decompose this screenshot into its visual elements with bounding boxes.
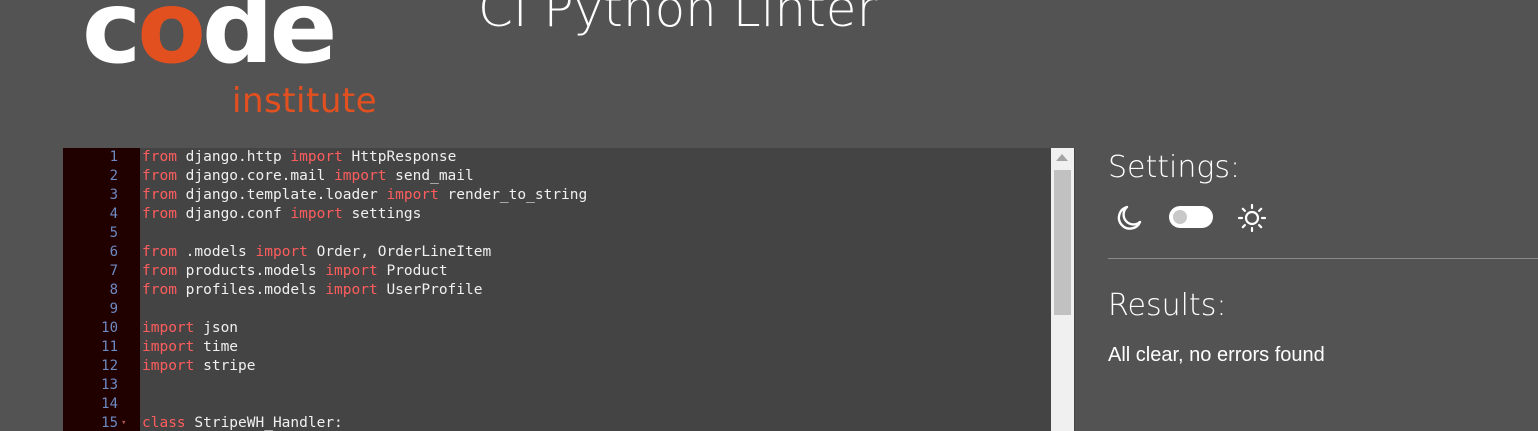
code-keyword: from bbox=[142, 282, 177, 298]
code-line[interactable]: 13 bbox=[63, 376, 1051, 395]
code-text: from .models import Order, OrderLineItem bbox=[142, 243, 491, 262]
theme-toggle-knob[interactable] bbox=[1173, 210, 1187, 224]
code-keyword: import bbox=[334, 168, 387, 184]
line-number: 1 bbox=[109, 149, 118, 165]
page-title: CI Python Linter bbox=[478, 0, 878, 38]
code-line[interactable]: 8 from profiles.models import UserProfile bbox=[63, 281, 1051, 300]
code-line[interactable]: 10 import json bbox=[63, 319, 1051, 338]
scrollbar-thumb[interactable] bbox=[1054, 170, 1071, 315]
code-text: from django.http import HttpResponse bbox=[142, 148, 456, 167]
code-token: profiles.models bbox=[176, 282, 326, 298]
theme-toggle[interactable] bbox=[1169, 206, 1213, 228]
code-text: from django.conf import settings bbox=[142, 205, 421, 224]
line-number: 7 bbox=[109, 263, 118, 279]
code-token: UserProfile bbox=[377, 282, 483, 298]
line-number: 4 bbox=[109, 206, 118, 222]
settings-heading: Settings: bbox=[1108, 150, 1241, 185]
code-text: from profiles.models import UserProfile bbox=[142, 281, 482, 300]
line-number: 5 bbox=[109, 225, 118, 241]
line-number: 3 bbox=[109, 187, 118, 203]
logo-letters-end: de bbox=[201, 0, 337, 86]
code-keyword: import bbox=[142, 320, 195, 336]
line-number: 14 bbox=[101, 396, 118, 412]
code-token: Order, OrderLineItem bbox=[307, 244, 492, 260]
code-token: .models bbox=[176, 244, 256, 260]
code-line[interactable]: 7 from products.models import Product bbox=[63, 262, 1051, 281]
code-line[interactable]: 6 from .models import Order, OrderLineIte… bbox=[63, 243, 1051, 262]
code-token: HttpResponse bbox=[342, 149, 457, 165]
code-line[interactable]: 9 bbox=[63, 300, 1051, 319]
line-number: 8 bbox=[109, 282, 118, 298]
code-token: send_mail bbox=[386, 168, 474, 184]
code-editor[interactable]: 1 from django.http import HttpResponse 2 fr… bbox=[63, 148, 1075, 431]
logo-subtitle: institute bbox=[232, 81, 378, 121]
line-number: 12 bbox=[101, 358, 118, 374]
side-panel: Settings: Results: All clear, no errors … bbox=[1108, 148, 1538, 431]
code-token: settings bbox=[342, 206, 422, 222]
code-keyword: from bbox=[142, 149, 177, 165]
logo-letter-accent: o bbox=[137, 0, 206, 86]
code-token: StripeWH_Handler: bbox=[185, 415, 343, 431]
code-keyword: from bbox=[142, 187, 177, 203]
code-keyword: import bbox=[325, 282, 378, 298]
line-number: 2 bbox=[109, 168, 118, 184]
results-heading: Results: bbox=[1108, 288, 1227, 323]
code-token: django.http bbox=[176, 149, 291, 165]
code-lines[interactable]: 1 from django.http import HttpResponse 2 fr… bbox=[63, 148, 1051, 431]
code-line[interactable]: 11 import time bbox=[63, 338, 1051, 357]
code-keyword: import bbox=[386, 187, 439, 203]
code-line[interactable]: 4 from django.conf import settings bbox=[63, 205, 1051, 224]
line-number: 6 bbox=[109, 244, 118, 260]
line-number: 9 bbox=[109, 301, 118, 317]
results-message: All clear, no errors found bbox=[1108, 344, 1325, 366]
code-keyword: from bbox=[142, 263, 177, 279]
code-token: django.conf bbox=[176, 206, 291, 222]
line-number: 11 bbox=[101, 339, 118, 355]
code-text: import time bbox=[142, 338, 238, 357]
code-token: render_to_string bbox=[438, 187, 588, 203]
scroll-up-arrow-icon[interactable] bbox=[1056, 154, 1068, 161]
code-line[interactable]: 12 import stripe bbox=[63, 357, 1051, 376]
code-keyword: import bbox=[290, 149, 343, 165]
code-keyword: class bbox=[142, 415, 186, 431]
panel-divider bbox=[1108, 258, 1538, 259]
code-token: django.core.mail bbox=[176, 168, 335, 184]
code-keyword: from bbox=[142, 168, 177, 184]
code-text: from django.core.mail import send_mail bbox=[142, 167, 474, 186]
code-keyword: import bbox=[255, 244, 308, 260]
code-line[interactable]: 3 from django.template.loader import rend… bbox=[63, 186, 1051, 205]
code-token: django.template.loader bbox=[176, 187, 387, 203]
code-keyword: from bbox=[142, 244, 177, 260]
line-number: 15 bbox=[101, 415, 118, 431]
code-line[interactable]: 1 from django.http import HttpResponse bbox=[63, 148, 1051, 167]
code-line[interactable]: 2 from django.core.mail import send_mail bbox=[63, 167, 1051, 186]
code-token: json bbox=[194, 320, 239, 336]
line-number: 10 bbox=[101, 320, 118, 336]
logo-wordmark: code bbox=[82, 0, 337, 78]
code-token: Product bbox=[377, 263, 448, 279]
code-token: products.models bbox=[176, 263, 326, 279]
moon-icon[interactable] bbox=[1114, 203, 1144, 233]
code-text: from products.models import Product bbox=[142, 262, 448, 281]
code-line[interactable]: 15 ▾ class StripeWH_Handler: bbox=[63, 414, 1051, 431]
code-keyword: import bbox=[290, 206, 343, 222]
code-text: from django.template.loader import rende… bbox=[142, 186, 587, 205]
code-line[interactable]: 5 bbox=[63, 224, 1051, 243]
code-keyword: import bbox=[142, 358, 195, 374]
code-keyword: import bbox=[142, 339, 195, 355]
line-number: 13 bbox=[101, 377, 118, 393]
code-token: time bbox=[194, 339, 239, 355]
code-text: class StripeWH_Handler: bbox=[142, 414, 343, 431]
code-keyword: import bbox=[325, 263, 378, 279]
code-line[interactable]: 14 bbox=[63, 395, 1051, 414]
code-institute-logo: code institute bbox=[82, 0, 392, 128]
code-keyword: from bbox=[142, 206, 177, 222]
logo-letters-start: c bbox=[82, 0, 141, 86]
code-token: stripe bbox=[194, 358, 256, 374]
code-text: import stripe bbox=[142, 357, 256, 376]
editor-scrollbar[interactable] bbox=[1051, 148, 1074, 431]
fold-arrow-icon[interactable]: ▾ bbox=[121, 414, 126, 431]
code-text: import json bbox=[142, 319, 238, 338]
sun-icon[interactable] bbox=[1236, 202, 1268, 234]
